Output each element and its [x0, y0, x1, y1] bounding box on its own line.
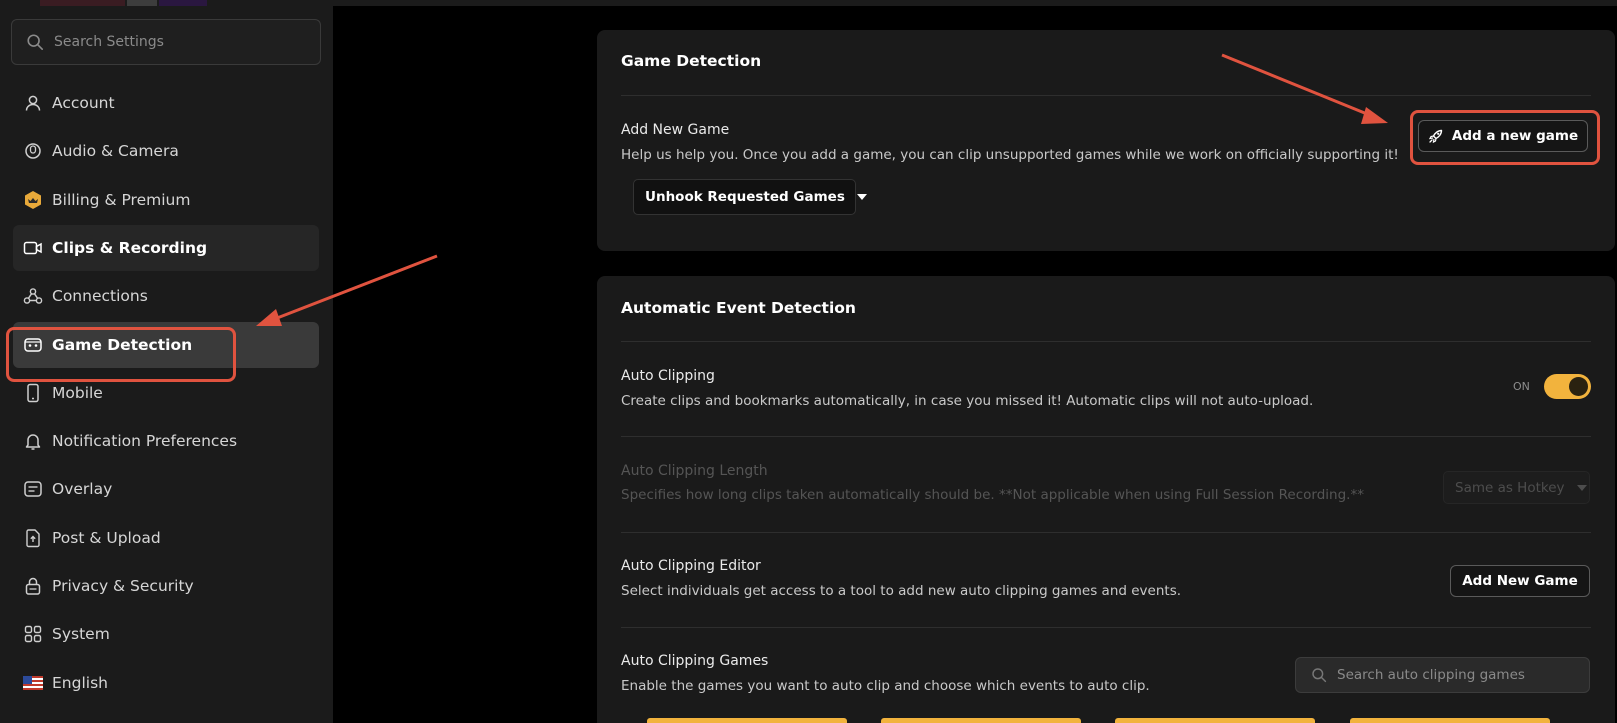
sidebar-item-label: Privacy & Security	[52, 577, 194, 595]
add-new-game-editor-button[interactable]: Add New Game	[1450, 565, 1590, 597]
add-a-new-game-button[interactable]: Add a new game	[1418, 120, 1588, 152]
gamepad-icon	[23, 335, 43, 355]
us-flag-icon	[23, 673, 43, 693]
auto-clipping-title: Auto Clipping	[621, 368, 715, 384]
sidebar-item-overlay[interactable]: Overlay	[13, 466, 319, 512]
search-icon	[1312, 668, 1327, 683]
auto-clipping-toggle[interactable]	[1544, 374, 1591, 399]
sidebar-item-label: System	[52, 625, 110, 643]
sidebar-item-label: Clips & Recording	[52, 239, 208, 257]
sidebar-item-label: Game Detection	[52, 336, 193, 354]
auto-clipping-editor-title: Auto Clipping Editor	[621, 558, 761, 574]
caret-down-icon	[856, 194, 867, 200]
auto-clipping-games-title: Auto Clipping Games	[621, 653, 769, 669]
upload-icon	[23, 528, 43, 548]
toggle-knob	[1569, 377, 1588, 396]
sidebar-item-privacy-security[interactable]: Privacy & Security	[13, 563, 319, 609]
auto-clipping-description: Create clips and bookmarks automatically…	[621, 393, 1314, 409]
caret-down-icon	[1576, 484, 1587, 491]
sidebar-item-clips-recording[interactable]: Clips & Recording	[13, 225, 319, 271]
sidebar-item-label: Connections	[52, 287, 148, 305]
settings-search[interactable]	[11, 19, 321, 65]
game-detection-card: Game Detection Add New Game Help us help…	[597, 30, 1615, 251]
game-tile[interactable]	[647, 718, 847, 723]
video-camera-icon	[23, 238, 43, 258]
sidebar-item-notification-preferences[interactable]: Notification Preferences	[13, 418, 319, 464]
add-a-new-game-label: Add a new game	[1451, 128, 1579, 144]
sidebar-item-label: Billing & Premium	[52, 191, 191, 209]
sidebar-item-connections[interactable]: Connections	[13, 273, 319, 319]
sidebar-item-mobile[interactable]: Mobile	[13, 370, 319, 416]
auto-clipping-games-search[interactable]	[1295, 657, 1590, 693]
unhook-requested-games-dropdown[interactable]: Unhook Requested Games	[633, 179, 867, 215]
overlay-icon	[23, 479, 43, 499]
add-new-game-description: Help us help you. Once you add a game, y…	[621, 147, 1399, 163]
sidebar-item-label: Notification Preferences	[52, 432, 238, 450]
sidebar-item-label: Overlay	[52, 480, 113, 498]
sidebar-item-label: Account	[52, 94, 115, 112]
sidebar-item-label: Mobile	[52, 384, 103, 402]
sidebar-item-system[interactable]: System	[13, 611, 319, 657]
auto-clipping-length-description: Specifies how long clips taken automatic…	[621, 487, 1364, 503]
premium-badge-icon	[23, 190, 43, 210]
auto-clipping-length-dropdown[interactable]: Same as Hotkey	[1443, 471, 1590, 504]
search-icon	[27, 34, 44, 51]
sidebar-item-label: Audio & Camera	[52, 142, 179, 160]
auto-clipping-editor-description: Select individuals get access to a tool …	[621, 583, 1182, 599]
sidebar-item-post-upload[interactable]: Post & Upload	[13, 515, 319, 561]
sidebar-item-label: Post & Upload	[52, 529, 161, 547]
auto-clipping-games-description: Enable the games you want to auto clip a…	[621, 678, 1150, 694]
divider	[621, 341, 1591, 342]
user-icon	[23, 93, 43, 113]
sidebar-item-language[interactable]: English	[13, 660, 319, 706]
lock-icon	[23, 576, 43, 596]
sidebar-item-billing-premium[interactable]: Billing & Premium	[13, 177, 319, 223]
toggle-state-label: ON	[1513, 380, 1530, 393]
sidebar-item-label: English	[52, 674, 108, 692]
microphone-icon	[23, 141, 43, 161]
settings-sidebar: Account Audio & Camera Billing & Premium…	[0, 6, 333, 723]
game-tile[interactable]	[1115, 718, 1315, 723]
mobile-icon	[23, 383, 43, 403]
divider	[621, 532, 1591, 533]
divider	[621, 436, 1591, 437]
auto-clipping-length-value: Same as Hotkey	[1455, 479, 1565, 496]
automatic-event-detection-card: Automatic Event Detection Auto Clipping …	[597, 276, 1615, 723]
sidebar-item-account[interactable]: Account	[13, 80, 319, 126]
game-tile[interactable]	[1350, 718, 1550, 723]
sidebar-item-game-detection[interactable]: Game Detection	[13, 322, 319, 368]
divider	[621, 627, 1591, 628]
game-tile[interactable]	[881, 718, 1081, 723]
bell-icon	[23, 431, 43, 451]
auto-clipping-games-search-input[interactable]	[1337, 667, 1567, 683]
auto-clipping-length-title: Auto Clipping Length	[621, 463, 768, 479]
grid-icon	[23, 624, 43, 644]
section-title: Game Detection	[621, 52, 762, 70]
divider	[621, 95, 1591, 96]
add-new-game-title: Add New Game	[621, 122, 730, 138]
connections-icon	[23, 286, 43, 306]
settings-search-input[interactable]	[54, 34, 304, 50]
rocket-icon	[1428, 129, 1443, 144]
sidebar-item-audio-camera[interactable]: Audio & Camera	[13, 128, 319, 174]
section-title: Automatic Event Detection	[621, 299, 856, 317]
unhook-dropdown-label: Unhook Requested Games	[645, 189, 845, 205]
